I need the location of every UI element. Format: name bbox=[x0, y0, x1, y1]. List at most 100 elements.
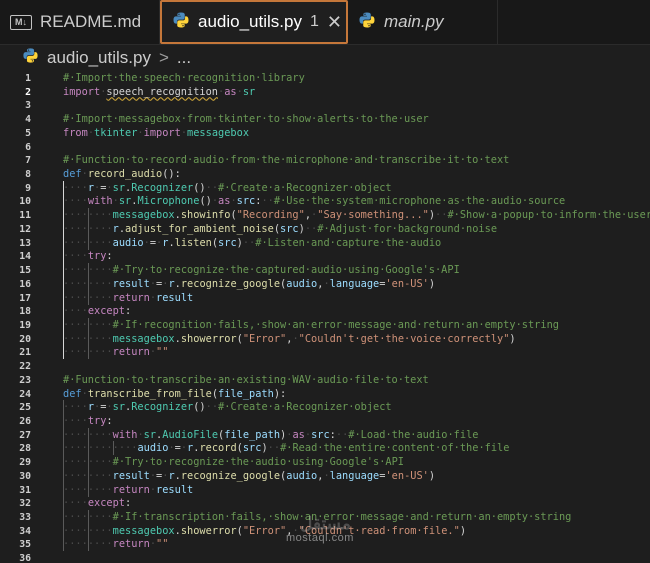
indent-guide: ···· bbox=[63, 442, 88, 455]
code-line[interactable]: 6 bbox=[0, 141, 650, 155]
indent-guide: ···· bbox=[112, 442, 138, 455]
line-number: 3 bbox=[25, 100, 31, 112]
indent-guide: ···· bbox=[87, 442, 113, 455]
code-token: def bbox=[63, 387, 82, 400]
markdown-icon: M↓ bbox=[10, 14, 32, 30]
breadcrumb-file[interactable]: audio_utils.py bbox=[47, 48, 151, 68]
line-number: 34 bbox=[19, 525, 31, 537]
code-line[interactable]: 30 ········result·=·r.recognize_google(au… bbox=[0, 470, 650, 484]
code-token: def bbox=[63, 168, 82, 181]
code-line[interactable]: 20 ········messagebox.showerror("Error",·… bbox=[0, 333, 650, 347]
code-line[interactable]: 13 ········audio·=·r.listen(src)··#·Liste… bbox=[0, 237, 650, 251]
code-line[interactable]: 2 import·speech_recognition·as·sr bbox=[0, 86, 650, 100]
code-line[interactable]: 1 #·Import·the·speech·recognition·library bbox=[0, 72, 650, 86]
code-line[interactable]: 8 def·record_audio(): bbox=[0, 168, 650, 182]
code-line[interactable]: 5 from·tkinter·import·messagebox bbox=[0, 127, 650, 141]
code-line[interactable]: 10 ····with·sr.Microphone()·as·src:··#·Us… bbox=[0, 195, 650, 209]
code-line[interactable]: 22 bbox=[0, 360, 650, 374]
code-line[interactable]: 17 ········return·result bbox=[0, 292, 650, 306]
line-number: 2 bbox=[25, 86, 31, 98]
code-text: ········messagebox.showerror("Error",·"C… bbox=[63, 333, 516, 347]
code-line[interactable]: 19 ········#·If·recognition·fails,·show·a… bbox=[0, 319, 650, 333]
code-token: : bbox=[125, 305, 132, 318]
code-token: messagebox bbox=[112, 209, 175, 222]
tab-readme[interactable]: M↓ README.md bbox=[0, 0, 160, 44]
breadcrumb: audio_utils.py > ... bbox=[0, 45, 650, 71]
indent-guide: ···· bbox=[63, 222, 88, 235]
code-token: Recognizer bbox=[131, 401, 194, 414]
line-number: 6 bbox=[25, 141, 31, 153]
watermark-text: mostaql.com bbox=[286, 532, 354, 544]
code-line[interactable]: 36 bbox=[0, 552, 650, 563]
code-line[interactable]: 11 ········messagebox.showinfo("Recording… bbox=[0, 209, 650, 223]
indent-guide: ···· bbox=[87, 428, 113, 441]
code-line[interactable]: 14 ····try: bbox=[0, 250, 650, 264]
line-number: 25 bbox=[19, 402, 31, 414]
indent-guide: ···· bbox=[63, 277, 88, 290]
code-text: ····try: bbox=[63, 250, 113, 264]
code-token: #·Listen·and·capture·the·audio bbox=[255, 236, 442, 249]
code-token: #·Show·a·popup·to·inform·the·user bbox=[447, 209, 650, 222]
code-token: sr bbox=[112, 401, 126, 414]
code-token: transcribe_from_file bbox=[87, 387, 212, 400]
code-text: from·tkinter·import·messagebox bbox=[63, 127, 249, 141]
code-token: recognize_google bbox=[180, 277, 281, 290]
code-editor[interactable]: 1 #·Import·the·speech·recognition·library… bbox=[0, 72, 650, 563]
code-line[interactable]: 16 ········result·=·r.recognize_google(au… bbox=[0, 278, 650, 292]
code-token: messagebox bbox=[112, 524, 175, 537]
code-line[interactable]: 29 ········#·Try·to·recognize·the·audio·u… bbox=[0, 456, 650, 470]
code-line[interactable]: 26 ····try: bbox=[0, 415, 650, 429]
indent-guide: ···· bbox=[63, 318, 88, 331]
line-number: 8 bbox=[25, 169, 31, 181]
code-line[interactable]: 9 ····r·=·sr.Recognizer()··#·Create·a·Rec… bbox=[0, 182, 650, 196]
code-token: try bbox=[87, 414, 107, 427]
code-token: language bbox=[329, 469, 380, 482]
code-token: listen bbox=[174, 236, 212, 249]
code-token: #·Create·a·Recognizer·object bbox=[218, 181, 392, 194]
code-token: file_path bbox=[224, 428, 281, 441]
tab-audio-utils[interactable]: audio_utils.py 1 ✕ bbox=[160, 0, 348, 44]
code-text: ········return·result bbox=[63, 292, 193, 306]
code-line[interactable]: 3 bbox=[0, 99, 650, 113]
code-token: Microphone bbox=[137, 195, 200, 208]
indent-guide: ···· bbox=[63, 401, 88, 414]
code-line[interactable]: 23 #·Function·to·transcribe·an·existing·W… bbox=[0, 374, 650, 388]
code-token: ·· bbox=[205, 181, 219, 194]
code-line[interactable]: 4 #·Import·messagebox·from·tkinter·to·sho… bbox=[0, 113, 650, 127]
code-text: ········return·result bbox=[63, 484, 193, 498]
code-line[interactable]: 18 ····except: bbox=[0, 305, 650, 319]
code-token: src bbox=[236, 195, 256, 208]
code-line[interactable]: 25 ····r·=·sr.Recognizer()··#·Create·a·Re… bbox=[0, 401, 650, 415]
code-line[interactable]: 31 ········return·result bbox=[0, 484, 650, 498]
code-token: showerror bbox=[180, 524, 237, 537]
line-number: 27 bbox=[19, 429, 31, 441]
code-token: try bbox=[87, 250, 107, 263]
indent-guide: ···· bbox=[87, 524, 113, 537]
code-token: as bbox=[224, 85, 237, 98]
code-line[interactable]: 21 ········return·"" bbox=[0, 346, 650, 360]
indent-guide: ···· bbox=[87, 291, 113, 304]
indent-guide: ···· bbox=[63, 195, 88, 208]
code-token: #·Adjust·for·background·noise bbox=[317, 222, 498, 235]
indent-guide: ···· bbox=[87, 483, 113, 496]
indent-guide: ···· bbox=[87, 277, 113, 290]
indent-guide: ···· bbox=[63, 414, 88, 427]
code-line[interactable]: 7 #·Function·to·record·audio·from·the·mic… bbox=[0, 154, 650, 168]
indent-guide: ···· bbox=[87, 538, 113, 551]
code-token: #·Use·the·system·microphone·as·the·audio… bbox=[273, 195, 566, 208]
code-line[interactable]: 24 def·transcribe_from_file(file_path): bbox=[0, 388, 650, 402]
code-line[interactable]: 27 ········with·sr.AudioFile(file_path)·a… bbox=[0, 429, 650, 443]
problem-count-badge: 1 bbox=[309, 13, 319, 30]
code-token: from bbox=[63, 126, 88, 139]
close-icon[interactable]: ✕ bbox=[327, 13, 342, 31]
tab-main[interactable]: main.py bbox=[348, 0, 498, 44]
code-line[interactable]: 15 ········#·Try·to·recognize·the·capture… bbox=[0, 264, 650, 278]
code-line[interactable]: 12 ········r.adjust_for_ambient_noise(src… bbox=[0, 223, 650, 237]
code-line[interactable]: 28 ············audio·=·r.record(src)··#·R… bbox=[0, 442, 650, 456]
code-line[interactable]: 32 ····except: bbox=[0, 497, 650, 511]
breadcrumb-more[interactable]: ... bbox=[177, 48, 191, 68]
indent-guide: ···· bbox=[63, 497, 88, 510]
code-token: record_audio bbox=[87, 168, 163, 181]
code-token: result bbox=[156, 483, 194, 496]
indent-guide: ···· bbox=[63, 538, 88, 551]
